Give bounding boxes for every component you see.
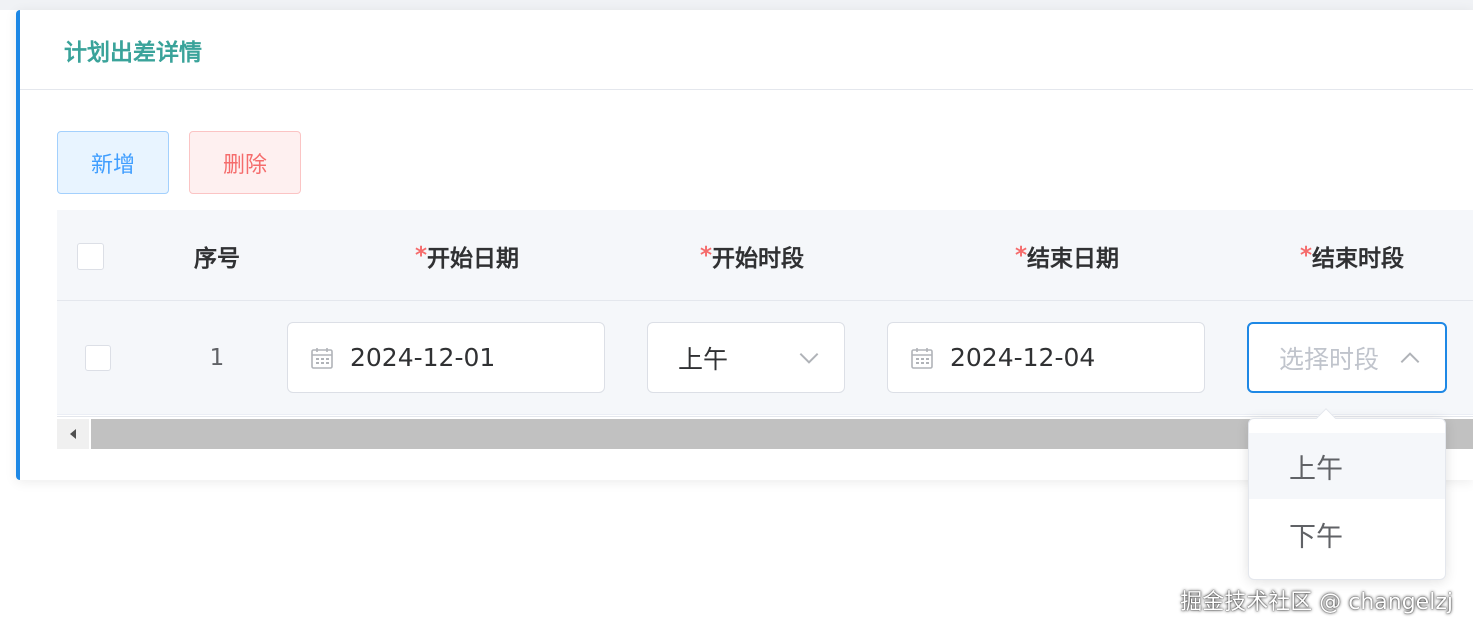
period-dropdown: 上午 下午 [1248, 408, 1446, 580]
table-row: 1 2024-12-01 上午 2024-12-04 选择时段 [57, 301, 1473, 415]
start-period-select[interactable]: 上午 [647, 322, 845, 393]
start-period-value: 上午 [678, 344, 729, 374]
dropdown-option-am[interactable]: 上午 [1249, 433, 1445, 499]
page-top-band [0, 0, 1473, 10]
panel-title: 计划出差详情 [64, 39, 202, 66]
column-label: 开始日期 [427, 245, 520, 272]
end-period-placeholder: 选择时段 [1279, 344, 1380, 374]
row-index: 1 [209, 345, 225, 371]
required-mark: * [414, 242, 428, 269]
panel-header: 计划出差详情 [20, 10, 1473, 90]
start-date-value: 2024-12-01 [350, 343, 496, 372]
delete-button[interactable]: 删除 [189, 131, 301, 194]
add-button[interactable]: 新增 [57, 131, 169, 194]
end-period-select[interactable]: 选择时段 [1247, 322, 1447, 393]
travel-table: 序号 * 开始日期 * 开始时段 * 结束日期 * 结束时段 1 2024-12… [57, 210, 1473, 450]
caret-left-icon [70, 429, 76, 439]
column-label: 结束日期 [1027, 245, 1120, 272]
required-mark: * [1014, 242, 1028, 269]
calendar-icon [911, 347, 933, 369]
end-date-picker[interactable]: 2024-12-04 [887, 322, 1205, 393]
required-mark: * [699, 242, 713, 269]
calendar-icon [311, 347, 333, 369]
chevron-up-icon [1400, 351, 1420, 363]
row-checkbox[interactable] [85, 345, 111, 371]
watermark: 掘金技术社区 @ changelzj [1180, 590, 1453, 615]
required-mark: * [1299, 242, 1313, 269]
chevron-down-icon [799, 352, 819, 364]
travel-plan-panel: 计划出差详情 新增 删除 序号 * 开始日期 * 开始时段 * 结束日期 * 结束时段 … [16, 10, 1473, 480]
scroll-left-arrow[interactable] [57, 419, 89, 449]
column-label: 结束时段 [1312, 245, 1405, 272]
column-header-index: 序号 [194, 245, 240, 272]
column-header-start-date: * 开始日期 [307, 210, 627, 301]
column-header-end-date: * 结束日期 [907, 210, 1227, 301]
dropdown-option-pm[interactable]: 下午 [1249, 501, 1445, 567]
column-header-end-period: * 结束时段 [1247, 210, 1457, 301]
start-date-picker[interactable]: 2024-12-01 [287, 322, 605, 393]
column-header-start-period: * 开始时段 [647, 210, 857, 301]
column-label: 开始时段 [712, 245, 805, 272]
table-header: 序号 * 开始日期 * 开始时段 * 结束日期 * 结束时段 [57, 210, 1473, 301]
select-all-checkbox[interactable] [77, 243, 104, 270]
end-date-value: 2024-12-04 [950, 343, 1096, 372]
